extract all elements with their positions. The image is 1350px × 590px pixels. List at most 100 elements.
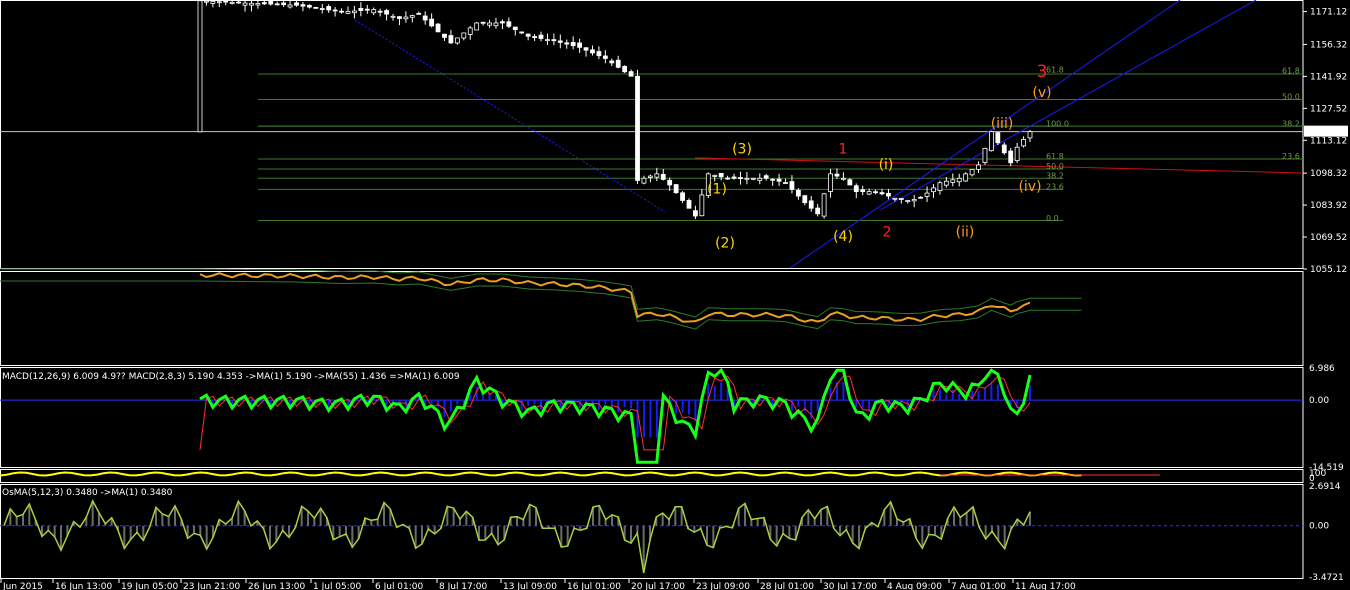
candle-body <box>326 6 332 11</box>
candle-body <box>223 0 229 3</box>
candle-body <box>635 75 640 181</box>
wave-label: (iii) <box>991 116 1014 132</box>
candle-body <box>429 18 435 27</box>
candle-body <box>995 132 1001 144</box>
wave-label: (i) <box>879 157 894 173</box>
trading-chart[interactable]: 61.850.038.223.6100.061.850.038.223.60.0… <box>0 0 1350 590</box>
candle-body <box>943 180 949 186</box>
candle-body <box>538 34 544 39</box>
candle-body <box>699 194 705 217</box>
candle-body <box>1021 139 1026 147</box>
candle-body <box>274 3 280 6</box>
candle-body <box>461 32 467 39</box>
candle-body <box>660 174 666 180</box>
candle-body <box>892 197 898 200</box>
candle-body <box>834 173 840 177</box>
price-panel[interactable]: 61.850.038.223.6100.061.850.038.223.60.0… <box>0 0 1304 269</box>
candle-body <box>512 26 518 31</box>
candle-body <box>950 179 956 183</box>
candle-body <box>693 210 698 217</box>
candle-body <box>731 176 737 179</box>
candle-body <box>409 15 415 18</box>
time-axis-label: 1 Jul 05:00 <box>313 582 362 590</box>
candle-body <box>551 39 557 42</box>
time-axis-label: 11 Aug 17:00 <box>1015 582 1076 590</box>
candle-body <box>776 178 782 182</box>
candle-body <box>454 37 460 44</box>
candle-body <box>255 3 261 6</box>
candle-body <box>281 2 287 6</box>
time-axis-label: 7 Aug 01:00 <box>951 582 1006 590</box>
osma-panel: OsMA(5,12,3) 0.3480 ->MA(1) 0.3480 <box>0 484 1304 579</box>
candle-body <box>506 21 512 27</box>
resistance-trendline <box>694 157 1304 174</box>
candle-body <box>647 175 653 178</box>
candle-body <box>332 9 338 12</box>
candle-body <box>532 36 537 39</box>
macd-panel: MACD(12,26,9) 6.009 4.9?? MACD(2,8,3) 5.… <box>0 367 1304 468</box>
indicator-panel-frame <box>0 271 1304 366</box>
indicator-band-lower <box>0 280 1082 330</box>
candle-body <box>963 173 969 182</box>
candle-body <box>738 177 743 179</box>
indicator-line <box>199 272 1031 323</box>
channel-line-upper <box>789 0 1181 269</box>
candle-body <box>364 8 370 11</box>
price-axis-label: 1156.32 <box>1310 40 1347 50</box>
candle-body <box>808 200 814 209</box>
candle-body <box>988 131 994 152</box>
candle-body <box>319 8 325 10</box>
candle-body <box>654 173 660 178</box>
candle-body <box>976 164 981 170</box>
candle-body <box>442 33 447 38</box>
candle-body <box>422 15 428 21</box>
time-axis-label: Jun 2015 <box>2 582 43 590</box>
candle-body <box>886 192 891 197</box>
candle-body <box>615 59 621 68</box>
time-axis-label: 30 Jul 17:00 <box>823 582 877 590</box>
candle-body <box>879 192 885 195</box>
candle-body <box>596 51 602 57</box>
candle-body <box>384 10 389 15</box>
candle-body <box>487 22 492 26</box>
wave-label: 1 <box>839 141 848 157</box>
fib-label: 38.2 <box>1282 119 1300 128</box>
candle-body <box>216 1 222 4</box>
time-axis-label: 28 Jul 01:00 <box>760 582 814 590</box>
indicator-band-upper <box>0 268 1082 318</box>
candle-body <box>352 10 357 14</box>
candle-body <box>204 0 209 3</box>
candle-body <box>931 187 936 193</box>
fib-label: 50.0 <box>1046 162 1064 171</box>
mini-indicator-line <box>0 471 1082 477</box>
candle-body <box>602 55 608 59</box>
fib-label: 23.6 <box>1046 183 1064 192</box>
candle-body <box>828 173 833 192</box>
price-axis-label: 1141.92 <box>1310 72 1347 82</box>
candle-body <box>641 177 647 184</box>
fib-label: 50.0 <box>1282 93 1300 102</box>
candle-body <box>268 0 274 5</box>
candle-body <box>1014 146 1020 161</box>
candle-body <box>345 11 351 14</box>
candle-body <box>802 195 808 204</box>
price-axis-label: 1127.52 <box>1310 104 1347 114</box>
candle-body <box>628 71 634 77</box>
candle-body <box>519 31 525 34</box>
time-axis-label: 19 Jun 05:00 <box>121 582 178 590</box>
candle-body <box>397 16 402 19</box>
candle-body <box>686 200 692 209</box>
wave-label: (ii) <box>956 225 975 241</box>
candle-body <box>416 12 422 15</box>
candle-body <box>242 2 248 6</box>
time-axis-label: 8 Jul 17:00 <box>439 582 488 590</box>
candle-body <box>847 179 853 186</box>
fib-label: 61.8 <box>1282 67 1300 76</box>
downtrend-line <box>354 19 666 213</box>
candle-body <box>841 177 846 180</box>
candle-body <box>622 65 628 73</box>
candle-body <box>982 147 988 163</box>
macd-axis-label: 6.986 <box>1309 364 1335 374</box>
candle-body <box>1027 131 1033 139</box>
candle-body <box>474 22 480 31</box>
